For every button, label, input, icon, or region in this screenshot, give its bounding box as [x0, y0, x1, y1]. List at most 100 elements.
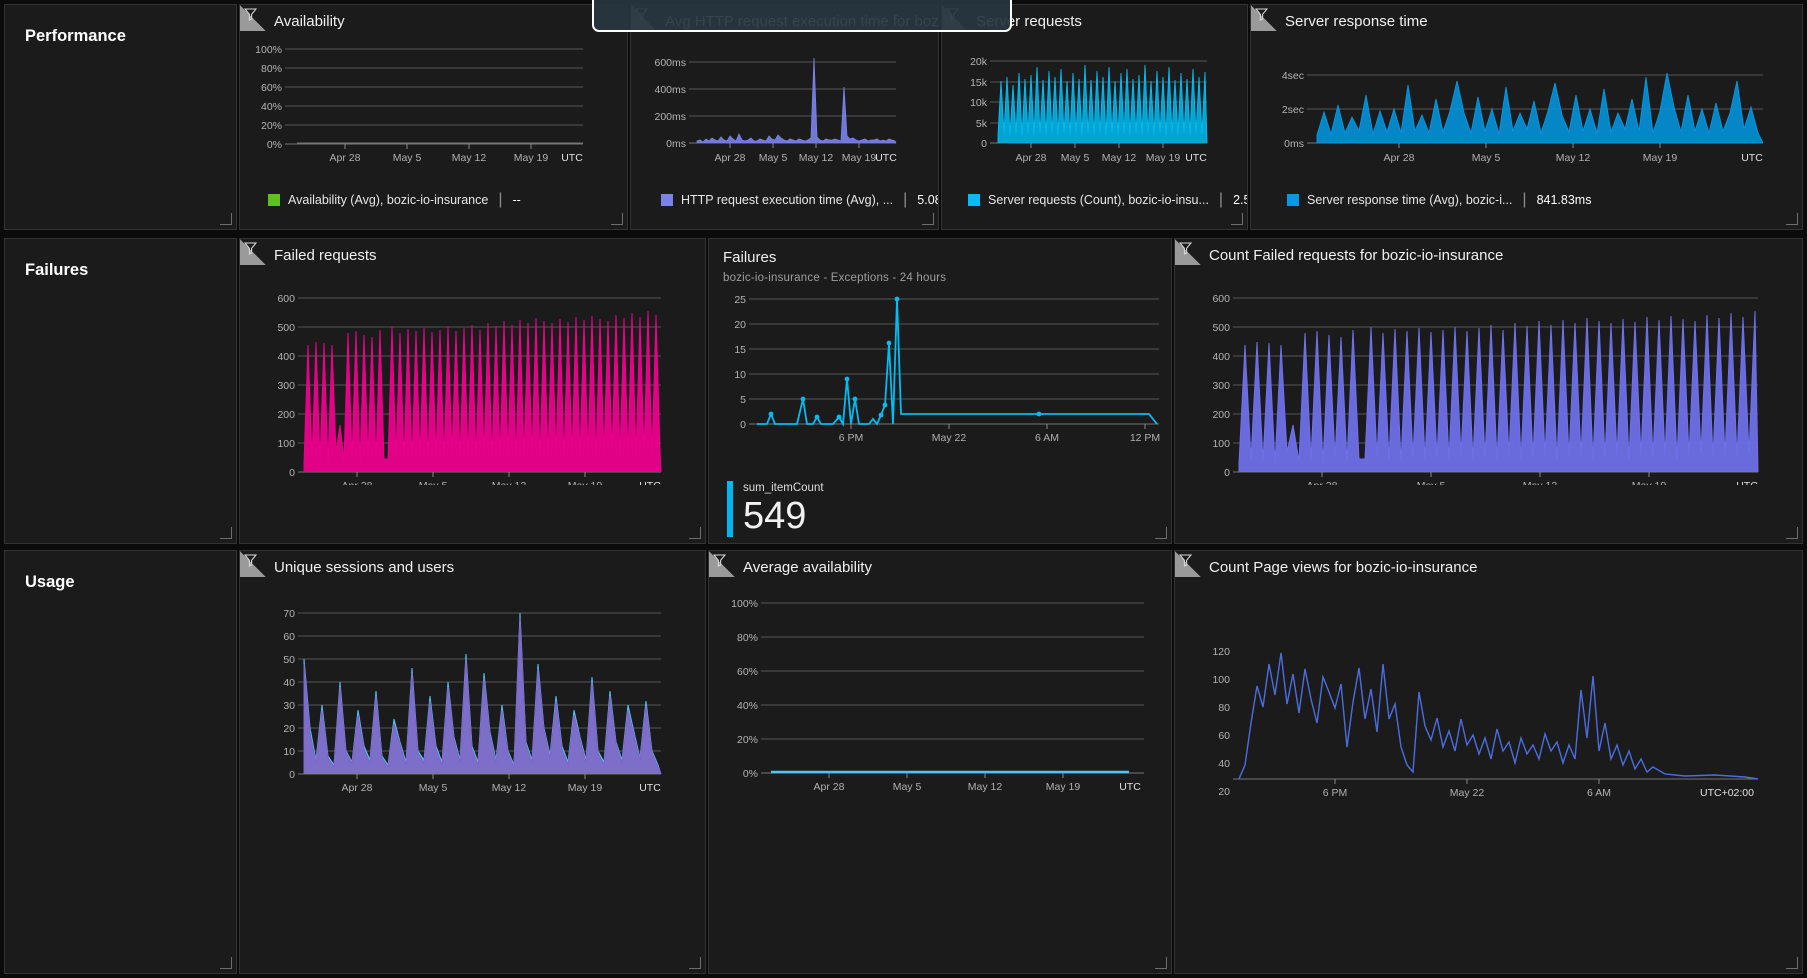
tile-title-server-response-time: Server response time	[1285, 13, 1428, 30]
svg-text:0: 0	[289, 769, 295, 781]
svg-text:UTC+02:00: UTC+02:00	[1700, 787, 1754, 799]
svg-text:May 5: May 5	[393, 152, 422, 164]
svg-text:20%: 20%	[737, 734, 758, 746]
svg-text:Apr 28: Apr 28	[330, 152, 361, 164]
svg-text:2sec: 2sec	[1282, 104, 1304, 116]
resize-handle-icon[interactable]	[611, 213, 623, 225]
svg-text:UTC: UTC	[1736, 480, 1758, 485]
svg-text:70: 70	[283, 608, 295, 620]
svg-text:0: 0	[740, 419, 746, 431]
chart-average-availability: 100% 80% 60% 40% 20% 0% Apr 28 May 5 May…	[709, 591, 1171, 806]
legend-separator: |	[903, 191, 908, 208]
svg-text:May 22: May 22	[932, 432, 967, 444]
tile-title-average-availability: Average availability	[743, 559, 872, 576]
resize-handle-icon[interactable]	[1786, 957, 1798, 969]
legend-separator: |	[498, 191, 503, 208]
svg-text:60%: 60%	[261, 82, 282, 94]
svg-text:100: 100	[277, 438, 295, 450]
svg-text:6 AM: 6 AM	[1587, 787, 1611, 799]
svg-text:May 12: May 12	[799, 152, 834, 164]
tile-unique-sessions-users[interactable]: Unique sessions and users 70 60 50 40 30…	[239, 550, 706, 974]
svg-text:May 12: May 12	[452, 152, 487, 164]
svg-text:May 19: May 19	[568, 480, 603, 485]
svg-text:6 PM: 6 PM	[1323, 787, 1348, 799]
resize-handle-icon[interactable]	[1231, 213, 1243, 225]
resize-handle-icon[interactable]	[922, 213, 934, 225]
metric-value: 549	[743, 495, 807, 537]
legend-item[interactable]: Server response time (Avg), bozic-i... |…	[1287, 191, 1591, 209]
svg-text:Apr 28: Apr 28	[342, 480, 373, 485]
svg-text:500: 500	[277, 322, 295, 334]
svg-text:25: 25	[734, 294, 746, 306]
tile-average-availability[interactable]: Average availability 100% 80% 60% 40% 20…	[708, 550, 1172, 974]
svg-text:100%: 100%	[255, 44, 282, 56]
chart-count-failed-requests: 600 500 400 300 200 100 0 Apr 28 May 5 M…	[1175, 273, 1802, 485]
resize-handle-icon[interactable]	[689, 527, 701, 539]
svg-text:120: 120	[1212, 646, 1230, 658]
svg-text:May 12: May 12	[1523, 480, 1558, 485]
svg-text:May 19: May 19	[1146, 152, 1181, 164]
legend-item[interactable]: HTTP request execution time (Avg), ... |…	[661, 191, 938, 209]
svg-text:300: 300	[277, 380, 295, 392]
chart-availability: 100% 80% 60% 40% 20% 0% Apr 28 May 5 May…	[240, 37, 627, 169]
metric-accent-bar	[727, 481, 733, 537]
resize-handle-icon[interactable]	[1155, 527, 1167, 539]
legend-item[interactable]: Server requests (Count), bozic-io-insu..…	[968, 191, 1247, 209]
tile-server-response-time[interactable]: Server response time 4sec 2sec 0ms Apr 2…	[1250, 4, 1803, 230]
legend-label: HTTP request execution time (Avg), ...	[681, 193, 894, 207]
svg-text:UTC: UTC	[639, 480, 661, 485]
legend-swatch-icon	[1287, 194, 1299, 206]
filter-flag-icon	[1175, 551, 1201, 577]
svg-text:UTC: UTC	[1185, 152, 1207, 164]
resize-handle-icon[interactable]	[220, 213, 232, 225]
fullscreen-notification-dialog[interactable]: data.Column is now full screen Avg HTTP …	[592, 0, 1012, 32]
svg-text:May 19: May 19	[1046, 781, 1081, 793]
svg-text:UTC: UTC	[561, 152, 583, 164]
legend-swatch-icon	[968, 194, 980, 206]
tile-failures-exceptions[interactable]: Failures bozic-io-insurance - Exceptions…	[708, 238, 1172, 544]
svg-text:20: 20	[734, 319, 746, 331]
svg-text:UTC: UTC	[875, 152, 897, 164]
tile-http-request-time[interactable]: Avg HTTP request execution time for bozi…	[630, 4, 939, 230]
svg-text:May 19: May 19	[1643, 152, 1678, 164]
svg-text:30: 30	[283, 700, 295, 712]
svg-text:10: 10	[283, 746, 295, 758]
tile-count-page-views[interactable]: Count Page views for bozic-io-insurance …	[1174, 550, 1803, 974]
filter-flag-icon	[1251, 5, 1277, 31]
svg-text:40: 40	[283, 677, 295, 689]
chart-failed-requests: 600 500 400 300 200 100 0 Apr 28 May 5 M…	[240, 273, 705, 485]
filter-flag-icon	[240, 5, 266, 31]
tile-failed-requests[interactable]: Failed requests 600 500 400 300 200 100 …	[239, 238, 706, 544]
svg-text:Apr 28: Apr 28	[342, 782, 373, 794]
legend-label: Server response time (Avg), bozic-i...	[1307, 193, 1513, 207]
svg-text:60%: 60%	[737, 666, 758, 678]
svg-text:0ms: 0ms	[1284, 138, 1304, 150]
resize-handle-icon[interactable]	[1155, 957, 1167, 969]
svg-text:100: 100	[1212, 438, 1230, 450]
tile-availability[interactable]: Availability 100% 80% 60% 40% 20% 0% Apr…	[239, 4, 628, 230]
tile-title-availability: Availability	[274, 13, 345, 30]
tile-count-failed-requests[interactable]: Count Failed requests for bozic-io-insur…	[1174, 238, 1803, 544]
svg-text:600: 600	[277, 293, 295, 305]
svg-text:500: 500	[1212, 322, 1230, 334]
svg-text:80%: 80%	[737, 632, 758, 644]
svg-text:6 AM: 6 AM	[1035, 432, 1059, 444]
svg-text:May 19: May 19	[842, 152, 877, 164]
resize-handle-icon[interactable]	[1786, 527, 1798, 539]
svg-text:80: 80	[1218, 702, 1230, 714]
dashboard-root: Performance Failures Usage Availability	[0, 0, 1807, 978]
legend-separator: |	[1218, 191, 1224, 208]
svg-text:Apr 28: Apr 28	[1016, 152, 1047, 164]
tile-server-requests[interactable]: Server requests 20k 15k 10k 5k 0 Apr 28 …	[941, 4, 1248, 230]
svg-text:60: 60	[1218, 730, 1230, 742]
resize-handle-icon[interactable]	[1786, 213, 1798, 225]
svg-text:600: 600	[1212, 293, 1230, 305]
resize-handle-icon[interactable]	[689, 957, 701, 969]
legend-item[interactable]: Availability (Avg), bozic-io-insurance |…	[268, 191, 521, 209]
svg-text:0%: 0%	[743, 768, 758, 780]
svg-text:UTC: UTC	[639, 782, 661, 794]
resize-handle-icon[interactable]	[220, 957, 232, 969]
svg-text:0: 0	[289, 467, 295, 479]
resize-handle-icon[interactable]	[220, 527, 232, 539]
svg-text:0: 0	[981, 138, 987, 150]
